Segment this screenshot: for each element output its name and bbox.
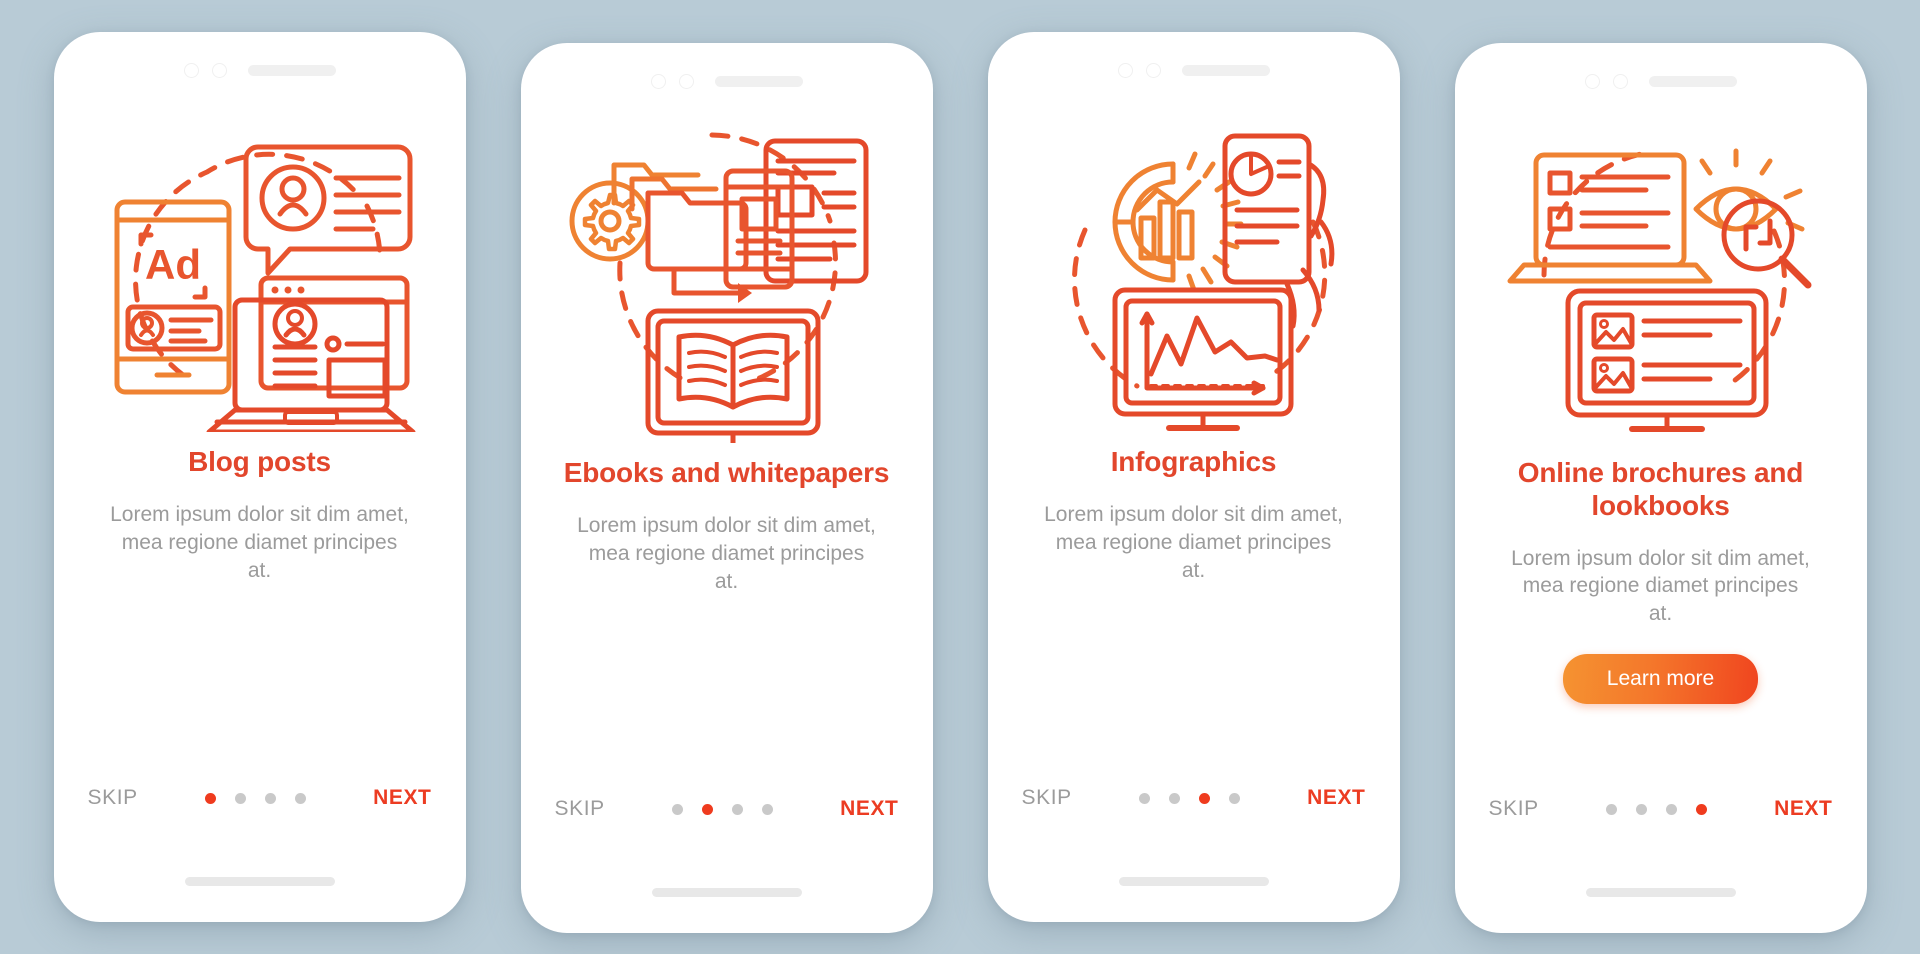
onboarding-screen-ebooks: Ebooks and whitepapers Lorem ipsum dolor… bbox=[520, 43, 933, 933]
page-title: Ebooks and whitepapers bbox=[563, 457, 890, 488]
pagination-dots bbox=[671, 803, 773, 815]
learn-more-button[interactable]: Learn more bbox=[1562, 654, 1759, 705]
speaker-grille-icon bbox=[1648, 75, 1737, 87]
phone-status-bar bbox=[54, 32, 466, 98]
home-indicator bbox=[1118, 877, 1269, 886]
onboarding-nav: SKIP NEXT bbox=[988, 786, 1400, 810]
home-indicator bbox=[184, 877, 335, 886]
onboarding-nav: SKIP NEXT bbox=[521, 797, 933, 821]
speaker-grille-icon bbox=[1181, 64, 1270, 76]
phone-status-bar bbox=[1455, 43, 1867, 109]
screen-content: Online brochures and lookbooks Lorem ips… bbox=[1496, 457, 1826, 705]
screen-content: Ebooks and whitepapers Lorem ipsum dolor… bbox=[562, 457, 892, 596]
pagination-dot[interactable] bbox=[204, 792, 216, 804]
sensor-icon bbox=[211, 62, 227, 78]
skip-button[interactable]: SKIP bbox=[1022, 786, 1072, 810]
ebooks-whitepapers-illustration bbox=[562, 113, 892, 443]
page-title: Infographics bbox=[1110, 446, 1277, 477]
pagination-dot[interactable] bbox=[671, 803, 683, 815]
pagination-dot[interactable] bbox=[1228, 792, 1240, 804]
pagination-dot[interactable] bbox=[1665, 803, 1677, 815]
sensor-icon bbox=[678, 73, 694, 89]
phone-status-bar bbox=[521, 43, 933, 109]
next-button[interactable]: NEXT bbox=[840, 797, 898, 821]
page-description: Lorem ipsum dolor sit dim amet, mea regi… bbox=[577, 513, 876, 593]
pagination-dot[interactable] bbox=[701, 803, 713, 815]
pagination-dot[interactable] bbox=[761, 803, 773, 815]
pagination-dot[interactable] bbox=[1198, 792, 1210, 804]
page-description: Lorem ipsum dolor sit dim amet, mea regi… bbox=[110, 502, 409, 582]
page-title: Blog posts bbox=[188, 446, 331, 477]
pagination-dot[interactable] bbox=[1605, 803, 1617, 815]
pagination-dot[interactable] bbox=[1635, 803, 1647, 815]
page-title: Online brochures and lookbooks bbox=[1517, 457, 1804, 521]
pagination-dot[interactable] bbox=[264, 792, 276, 804]
skip-button[interactable]: SKIP bbox=[88, 786, 138, 810]
pagination-dot[interactable] bbox=[1695, 803, 1707, 815]
speaker-grille-icon bbox=[714, 75, 803, 87]
camera-icon bbox=[1117, 62, 1133, 78]
sensor-icon bbox=[1145, 62, 1161, 78]
infographics-illustration bbox=[1029, 102, 1359, 432]
onboarding-screen-online-brochures: Online brochures and lookbooks Lorem ips… bbox=[1454, 43, 1867, 933]
speaker-grille-icon bbox=[247, 64, 336, 76]
home-indicator bbox=[1585, 888, 1736, 897]
next-button[interactable]: NEXT bbox=[1774, 797, 1832, 821]
pagination-dots bbox=[1138, 792, 1240, 804]
pagination-dots bbox=[204, 792, 306, 804]
next-button[interactable]: NEXT bbox=[373, 786, 431, 810]
screen-content: Blog posts Lorem ipsum dolor sit dim ame… bbox=[95, 446, 425, 585]
skip-button[interactable]: SKIP bbox=[555, 797, 605, 821]
camera-icon bbox=[183, 62, 199, 78]
pagination-dot[interactable] bbox=[731, 803, 743, 815]
blog-posts-illustration: Ad bbox=[95, 102, 425, 432]
screen-content: Infographics Lorem ipsum dolor sit dim a… bbox=[1029, 446, 1359, 585]
onboarding-screen-blog-posts: Ad Blog posts Lorem ipsum dolor sit dim … bbox=[53, 32, 466, 922]
onboarding-screens-stage: Ad Blog posts Lorem ipsum dolor sit dim … bbox=[0, 0, 1920, 954]
onboarding-nav: SKIP NEXT bbox=[54, 786, 466, 810]
skip-button[interactable]: SKIP bbox=[1489, 797, 1539, 821]
sensor-icon bbox=[1612, 73, 1628, 89]
page-description: Lorem ipsum dolor sit dim amet, mea regi… bbox=[1511, 546, 1810, 626]
home-indicator bbox=[651, 888, 802, 897]
page-description: Lorem ipsum dolor sit dim amet, mea regi… bbox=[1044, 502, 1343, 582]
pagination-dot[interactable] bbox=[1138, 792, 1150, 804]
pagination-dots bbox=[1605, 803, 1707, 815]
pagination-dot[interactable] bbox=[1168, 792, 1180, 804]
online-brochures-illustration bbox=[1496, 113, 1826, 443]
onboarding-screen-infographics: Infographics Lorem ipsum dolor sit dim a… bbox=[987, 32, 1400, 922]
next-button[interactable]: NEXT bbox=[1307, 786, 1365, 810]
camera-icon bbox=[650, 73, 666, 89]
camera-icon bbox=[1584, 73, 1600, 89]
pagination-dot[interactable] bbox=[234, 792, 246, 804]
phone-status-bar bbox=[988, 32, 1400, 98]
svg-text:Ad: Ad bbox=[145, 241, 201, 288]
pagination-dot[interactable] bbox=[294, 792, 306, 804]
onboarding-nav: SKIP NEXT bbox=[1455, 797, 1867, 821]
